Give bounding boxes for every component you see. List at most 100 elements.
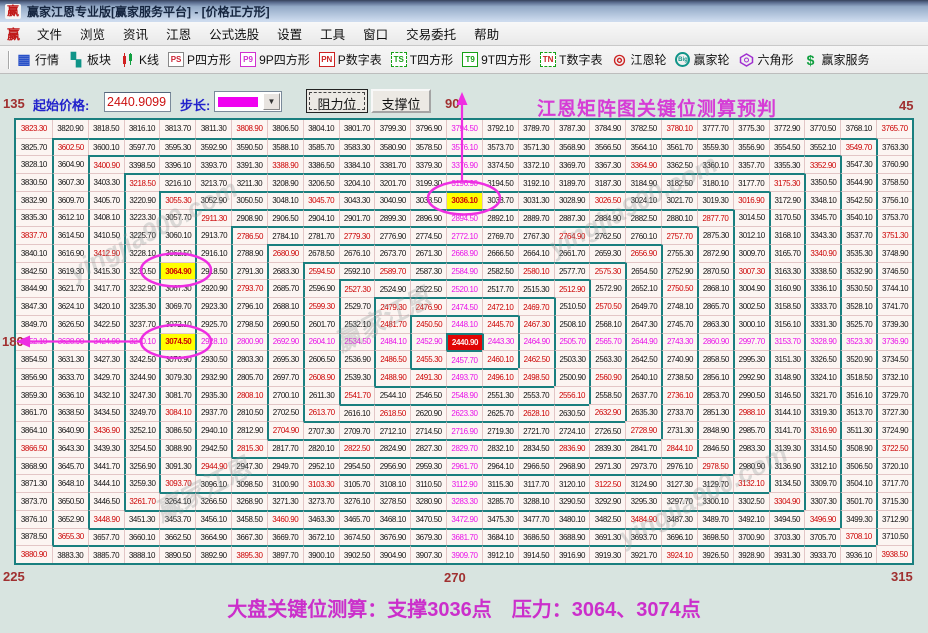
grid-cell: 3456.10 xyxy=(195,509,232,528)
grid-cell: 3511.30 xyxy=(840,421,877,439)
grid-cell: 3453.70 xyxy=(159,509,196,528)
grid-cell: 2968.90 xyxy=(553,456,590,475)
grid-cell: 2632.90 xyxy=(589,403,626,422)
support-button[interactable]: 支撑位 xyxy=(371,89,431,113)
grid-cell: 3633.70 xyxy=(51,368,88,386)
grid-cell: 3398.50 xyxy=(123,155,160,174)
menu-item-1[interactable]: 文件 xyxy=(28,21,71,46)
grid-cell: 3081.70 xyxy=(159,385,196,404)
menu-bar: 赢 文件 浏览 资讯 江恩 公式选股 设置 工具 窗口 交易委托 帮助 xyxy=(0,22,928,46)
toolbar-button-板块[interactable]: ▚ 板块 xyxy=(68,51,111,68)
grid-cell: 3436.90 xyxy=(87,421,124,439)
toolbar-button-P数字表[interactable]: PN P数字表 xyxy=(318,51,382,68)
menu-item-2[interactable]: 浏览 xyxy=(71,21,114,46)
grid-cell: 3652.90 xyxy=(51,509,88,528)
grid-cell: 3837.70 xyxy=(16,226,52,245)
grid-cell: 2685.70 xyxy=(266,279,303,298)
grid-cell: 3710.50 xyxy=(876,527,912,546)
toolbar-button-9T四方形[interactable]: T9 9T四方形 xyxy=(462,51,531,68)
grid-cell: 2935.30 xyxy=(195,385,232,404)
grid-cell: 3136.90 xyxy=(768,456,805,475)
ts-icon: TS xyxy=(390,52,407,67)
grid-cell: 2865.70 xyxy=(696,297,733,315)
grid-cell: 3686.50 xyxy=(517,527,554,546)
menu-item-10[interactable]: 帮助 xyxy=(465,21,508,46)
grid-cell: 3134.50 xyxy=(768,474,805,493)
grid-cell: 2440.90 xyxy=(446,332,482,351)
resistance-button[interactable]: 阻力位 xyxy=(306,89,368,113)
toolbar-button-T数字表[interactable]: TN T数字表 xyxy=(540,51,602,68)
grid-cell: 2733.70 xyxy=(661,403,697,422)
grid-cell: 3220.90 xyxy=(123,190,160,209)
grid-cell: 2697.70 xyxy=(266,368,303,386)
toolbar-button-K线[interactable]: K线 xyxy=(120,51,159,68)
grid-cell: 3064.90 xyxy=(159,261,196,280)
grid-cell: 2760.10 xyxy=(625,226,662,245)
grid-cell: 3765.70 xyxy=(876,120,912,138)
menu-item-9[interactable]: 交易委托 xyxy=(397,21,465,46)
grid-cell: 2572.90 xyxy=(589,279,626,298)
grid-cell: 2829.70 xyxy=(446,438,482,457)
toolbar-button-赢家服务[interactable]: $ 赢家服务 xyxy=(803,51,870,68)
grid-cell: 2918.50 xyxy=(195,261,232,280)
menu-item-8[interactable]: 窗口 xyxy=(354,21,397,46)
grid-cell: 3549.70 xyxy=(840,137,877,156)
grid-cell: 2911.30 xyxy=(195,208,232,227)
grid-cell: 2452.90 xyxy=(410,332,447,351)
menu-item-3[interactable]: 资讯 xyxy=(114,21,157,46)
grid-cell: 3631.30 xyxy=(51,350,88,369)
grid-cell: 2644.90 xyxy=(625,332,662,351)
grid-cell: 3544.90 xyxy=(840,173,877,191)
grid-cell: 2553.70 xyxy=(517,385,554,404)
grid-cell: 3739.30 xyxy=(876,314,912,333)
grid-cell: 3218.50 xyxy=(123,173,160,191)
grid-cell: 3604.90 xyxy=(51,155,88,174)
toolbar-button-T四方形[interactable]: TS T四方形 xyxy=(390,51,453,68)
grid-cell: 3326.50 xyxy=(804,350,841,369)
grid-cell: 3300.10 xyxy=(696,492,733,510)
toolbar-button-行情[interactable]: ▦ 行情 xyxy=(16,51,59,68)
grid-cell: 2877.70 xyxy=(696,208,733,227)
toolbar-button-江恩轮[interactable]: ◎ 江恩轮 xyxy=(611,51,666,68)
grid-cell: 2560.90 xyxy=(589,368,626,386)
step-dropdown[interactable]: ▼ xyxy=(214,91,282,112)
toolbar-button-9P四方形[interactable]: P9 9P四方形 xyxy=(240,51,310,68)
toolbar-button-六角形[interactable]: 六角形 xyxy=(739,51,794,68)
grid-cell: 3100.90 xyxy=(266,474,303,493)
grid-cell: 3448.90 xyxy=(87,509,124,528)
toolbar-label: 9T四方形 xyxy=(481,53,532,67)
grid-cell: 3355.30 xyxy=(768,155,805,174)
toolbar-button-P四方形[interactable]: PS P四方形 xyxy=(168,51,231,68)
grid-cell: 3240.10 xyxy=(123,332,160,351)
grid-cell: 3278.50 xyxy=(374,492,411,510)
grid-cell: 3110.50 xyxy=(410,474,447,493)
menu-item-6[interactable]: 设置 xyxy=(268,21,311,46)
grid-cell: 2796.10 xyxy=(231,297,267,315)
grid-cell: 3405.70 xyxy=(87,190,124,209)
menu-item-5[interactable]: 公式选股 xyxy=(200,21,268,46)
toolbar-button-赢家轮[interactable]: Big 赢家轮 xyxy=(675,51,730,68)
grid-cell: 3513.70 xyxy=(840,403,877,422)
grid-cell: 3667.30 xyxy=(231,527,267,546)
grid-cell: 3926.50 xyxy=(696,545,733,563)
grid-cell: 2656.90 xyxy=(625,244,662,262)
grid-cell: 3732.10 xyxy=(876,368,912,386)
grid-cell: 3069.70 xyxy=(159,297,196,315)
grid-cell: 2457.70 xyxy=(446,350,482,369)
grid-cell: 2532.10 xyxy=(338,314,375,333)
grid-cell: 2868.10 xyxy=(696,279,733,298)
grid-cell: 2445.70 xyxy=(481,314,518,333)
grid-cell: 3583.30 xyxy=(338,137,375,156)
menu-item-7[interactable]: 工具 xyxy=(311,21,354,46)
grid-cell: 3468.10 xyxy=(374,509,411,528)
chevron-down-icon[interactable]: ▼ xyxy=(263,93,280,110)
grid-cell: 2625.70 xyxy=(481,403,518,422)
grid-cell: 3348.10 xyxy=(804,190,841,209)
grid-cell: 3007.30 xyxy=(732,261,769,280)
grid-cell: 2623.30 xyxy=(446,403,482,422)
toolbar-label: P四方形 xyxy=(187,53,232,67)
grid-cell: 3285.70 xyxy=(481,492,518,510)
start-price-input[interactable] xyxy=(104,92,171,112)
menu-item-4[interactable]: 江恩 xyxy=(157,21,200,46)
grid-cell: 3360.10 xyxy=(696,155,733,174)
